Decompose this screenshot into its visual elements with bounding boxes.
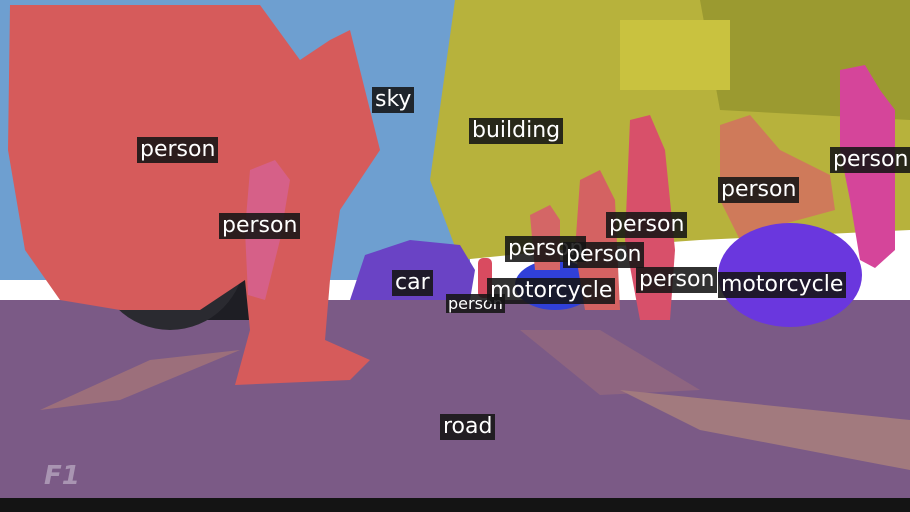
- label-person-2: person: [219, 213, 301, 239]
- label-person-4: person: [718, 177, 800, 203]
- label-building: building: [469, 118, 564, 144]
- label-person-1: person: [137, 137, 219, 163]
- label-sky: sky: [372, 87, 415, 113]
- label-road: road: [440, 414, 496, 440]
- label-car: car: [392, 270, 433, 296]
- label-person-5: person: [606, 212, 688, 238]
- segmentation-image: F1 sky building person person person per…: [0, 0, 910, 512]
- label-person-7: person: [563, 242, 645, 268]
- f1-logo: F1: [44, 461, 80, 491]
- f1-logo-text: F1: [44, 461, 80, 491]
- label-person-8: person: [636, 267, 718, 293]
- label-motorcycle-1: motorcycle: [487, 278, 616, 304]
- label-motorcycle-2: motorcycle: [718, 272, 847, 298]
- label-person-3: person: [830, 147, 910, 173]
